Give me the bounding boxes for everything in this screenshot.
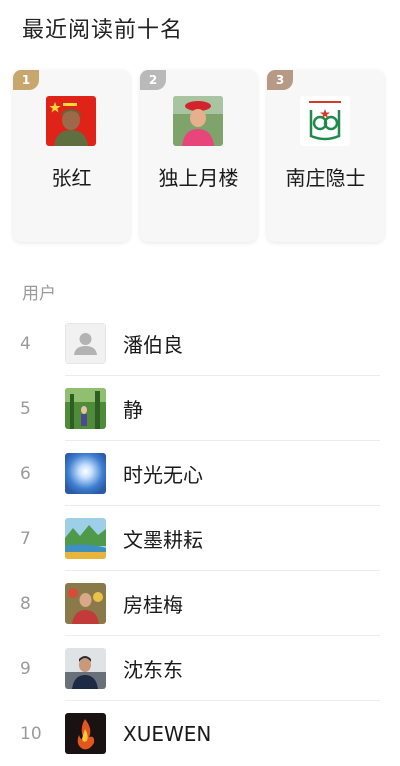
podium-name: 独上月楼 — [158, 166, 239, 190]
podium-card-rank-2[interactable]: 2 独上月楼 — [140, 70, 257, 242]
list-rank: 4 — [20, 333, 31, 354]
rank-badge: 2 — [140, 70, 166, 90]
sun-sky-avatar-icon — [65, 453, 106, 494]
anniversary-logo-avatar-icon — [300, 96, 350, 146]
list-item[interactable]: 4 潘伯良 — [0, 311, 400, 376]
list-name: 房桂梅 — [123, 593, 183, 617]
fire-dark-avatar-icon — [65, 713, 106, 754]
soldier-avatar-icon — [46, 96, 96, 146]
list-item[interactable]: 6 时光无心 — [0, 441, 400, 506]
list-rank: 7 — [20, 528, 31, 549]
default-user-avatar-icon — [65, 323, 106, 364]
list-rank: 10 — [20, 723, 42, 744]
podium-name: 南庄隐士 — [285, 166, 366, 190]
podium-name: 张红 — [51, 166, 92, 190]
list-name: 时光无心 — [123, 463, 203, 487]
forest-photo-avatar-icon — [65, 388, 106, 429]
man-portrait-avatar-icon — [65, 648, 106, 689]
list-rank: 6 — [20, 463, 31, 484]
rank-badge: 1 — [13, 70, 39, 90]
list-item[interactable]: 9 沈东东 — [0, 636, 400, 701]
list-name: 沈东东 — [123, 658, 183, 682]
list-name: 静 — [123, 398, 143, 422]
list-name: 文墨耕耘 — [123, 528, 203, 552]
person-flowers-avatar-icon — [65, 583, 106, 624]
list-name: XUEWEN — [123, 721, 212, 746]
woman-red-hat-avatar-icon — [173, 96, 223, 146]
list-rank: 5 — [20, 398, 31, 419]
section-label-users: 用户 — [22, 284, 56, 304]
list-rank: 9 — [20, 658, 31, 679]
podium-card-rank-3[interactable]: 3 南庄隐士 — [267, 70, 384, 242]
list-item[interactable]: 7 文墨耕耘 — [0, 506, 400, 571]
list-rank: 8 — [20, 593, 31, 614]
landscape-river-avatar-icon — [65, 518, 106, 559]
list-name: 潘伯良 — [123, 333, 183, 357]
list-item[interactable]: 8 房桂梅 — [0, 571, 400, 636]
podium-card-rank-1[interactable]: 1 张红 — [13, 70, 130, 242]
top-three-podium: 1 张红 2 独上月楼 3 南庄隐士 — [13, 70, 386, 245]
page-title: 最近阅读前十名 — [22, 18, 184, 43]
rank-badge: 3 — [267, 70, 293, 90]
list-item[interactable]: 5 静 — [0, 376, 400, 441]
list-item[interactable]: 10 XUEWEN — [0, 701, 400, 766]
